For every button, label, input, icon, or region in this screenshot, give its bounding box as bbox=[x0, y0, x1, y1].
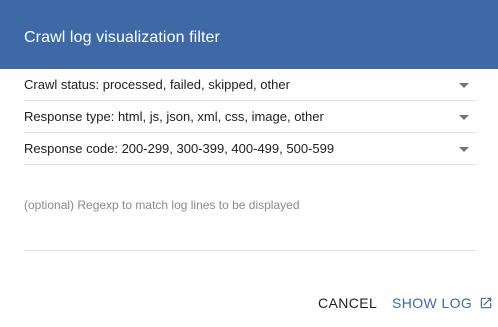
dialog-header: Crawl log visualization filter bbox=[0, 0, 498, 69]
cancel-button[interactable]: CANCEL bbox=[318, 294, 377, 312]
dropdown-arrow-icon bbox=[459, 147, 469, 152]
dropdown-arrow-icon bbox=[459, 115, 469, 120]
crawl-status-select[interactable]: Crawl status: processed, failed, skipped… bbox=[24, 69, 476, 101]
dialog-title: Crawl log visualization filter bbox=[24, 29, 220, 46]
response-type-select[interactable]: Response type: html, js, json, xml, css,… bbox=[24, 101, 476, 133]
cancel-button-label: CANCEL bbox=[318, 295, 378, 311]
open-in-new-icon bbox=[479, 296, 493, 310]
response-type-value: Response type: html, js, json, xml, css,… bbox=[24, 109, 324, 124]
crawl-log-filter-dialog: Crawl log visualization filter Crawl sta… bbox=[0, 0, 498, 327]
dropdown-arrow-icon bbox=[459, 83, 469, 88]
crawl-status-value: Crawl status: processed, failed, skipped… bbox=[24, 77, 290, 92]
show-log-button[interactable]: SHOW LOG bbox=[392, 294, 493, 312]
response-code-select[interactable]: Response code: 200-299, 300-399, 400-499… bbox=[24, 133, 476, 165]
regexp-field bbox=[24, 191, 476, 251]
response-code-value: Response code: 200-299, 300-399, 400-499… bbox=[24, 141, 335, 156]
show-log-button-label: SHOW LOG bbox=[392, 295, 473, 311]
regexp-input[interactable] bbox=[24, 196, 476, 214]
